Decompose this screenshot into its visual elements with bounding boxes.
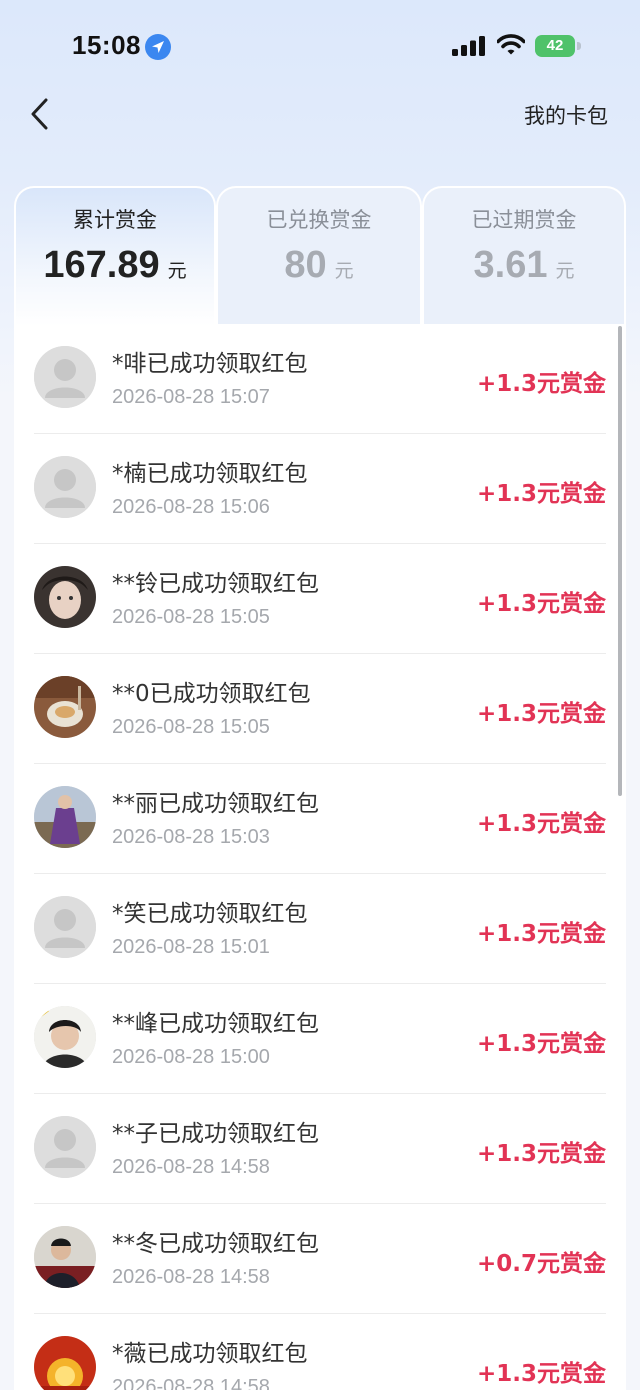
record-title: **子已成功领取红包	[112, 1121, 319, 1147]
user-photo-avatar	[34, 566, 96, 628]
list-item[interactable]: **铃已成功领取红包 2026-08-28 15:05 +1.3元赏金	[34, 544, 606, 654]
food-photo-avatar	[34, 676, 96, 738]
list-item[interactable]: *薇已成功领取红包 2026-08-28 14:58 +1.3元赏金	[34, 1314, 606, 1390]
record-time: 2026-08-28 15:05	[112, 606, 270, 628]
record-title: *笑已成功领取红包	[112, 901, 308, 927]
cellular-signal-icon	[452, 36, 485, 56]
record-amount: +1.3元赏金	[476, 591, 606, 617]
reward-record-list: *啡已成功领取红包 2026-08-28 15:07 +1.3元赏金 *楠已成功…	[14, 324, 626, 1390]
total-reward-value: 167.89	[43, 244, 160, 286]
record-amount: +1.3元赏金	[476, 811, 606, 837]
record-time: 2026-08-28 14:58	[112, 1376, 270, 1390]
record-title: *薇已成功领取红包	[112, 1341, 308, 1367]
record-amount: +1.3元赏金	[476, 1031, 606, 1057]
back-button[interactable]	[22, 94, 62, 134]
record-title: *啡已成功领取红包	[112, 351, 308, 377]
currency-unit: 元	[167, 260, 187, 282]
list-item[interactable]: *楠已成功领取红包 2026-08-28 15:06 +1.3元赏金	[34, 434, 606, 544]
chevron-left-icon	[31, 98, 48, 130]
record-time: 2026-08-28 14:58	[112, 1266, 270, 1288]
record-time: 2026-08-28 15:03	[112, 826, 270, 848]
record-title: **0已成功领取红包	[112, 681, 311, 707]
record-title: **峰已成功领取红包	[112, 1011, 319, 1037]
list-item[interactable]: **丽已成功领取红包 2026-08-28 15:03 +1.3元赏金	[34, 764, 606, 874]
tab-total-reward[interactable]: 累计赏金 167.89 元	[14, 186, 216, 326]
tab-expired-reward[interactable]: 已过期赏金 3.61 元	[422, 186, 626, 326]
status-bar: 15:08 42	[0, 0, 640, 90]
user-photo-avatar	[34, 1006, 96, 1068]
default-avatar-icon	[34, 896, 96, 958]
record-amount: +1.3元赏金	[476, 701, 606, 727]
tab-title: 已过期赏金	[471, 208, 577, 232]
default-avatar-icon	[34, 346, 96, 408]
sunrise-photo-avatar	[34, 1336, 96, 1390]
battery-tip	[577, 42, 581, 50]
status-time: 15:08	[72, 30, 141, 60]
record-amount: +1.3元赏金	[476, 1361, 606, 1387]
list-item[interactable]: **峰已成功领取红包 2026-08-28 15:00 +1.3元赏金	[34, 984, 606, 1094]
expired-reward-value: 3.61	[473, 244, 548, 286]
reward-tabs: 累计赏金 167.89 元 已兑换赏金 80 元 已过期赏金 3.61 元	[14, 186, 626, 326]
tab-title: 已兑换赏金	[266, 208, 372, 232]
record-time: 2026-08-28 15:01	[112, 936, 270, 958]
default-avatar-icon	[34, 1116, 96, 1178]
tab-redeemed-reward[interactable]: 已兑换赏金 80 元	[216, 186, 422, 326]
record-time: 2026-08-28 15:06	[112, 496, 270, 518]
default-avatar-icon	[34, 456, 96, 518]
record-amount: +1.3元赏金	[476, 481, 606, 507]
list-item[interactable]: **子已成功领取红包 2026-08-28 14:58 +1.3元赏金	[34, 1094, 606, 1204]
user-photo-avatar	[34, 786, 96, 848]
list-item[interactable]: **0已成功领取红包 2026-08-28 15:05 +1.3元赏金	[34, 654, 606, 764]
record-amount: +0.7元赏金	[476, 1251, 606, 1277]
record-amount: +1.3元赏金	[476, 371, 606, 397]
list-item[interactable]: *啡已成功领取红包 2026-08-28 15:07 +1.3元赏金	[34, 324, 606, 434]
record-title: **冬已成功领取红包	[112, 1231, 319, 1257]
record-time: 2026-08-28 15:00	[112, 1046, 270, 1068]
record-title: **铃已成功领取红包	[112, 571, 319, 597]
record-title: **丽已成功领取红包	[112, 791, 319, 817]
currency-unit: 元	[334, 260, 354, 282]
record-amount: +1.3元赏金	[476, 1141, 606, 1167]
record-time: 2026-08-28 14:58	[112, 1156, 270, 1178]
location-arrow-icon	[145, 34, 171, 60]
record-time: 2026-08-28 15:05	[112, 716, 270, 738]
my-wallet-link[interactable]: 我的卡包	[524, 100, 608, 130]
record-title: *楠已成功领取红包	[112, 461, 308, 487]
list-item[interactable]: **冬已成功领取红包 2026-08-28 14:58 +0.7元赏金	[34, 1204, 606, 1314]
redeemed-reward-value: 80	[284, 244, 327, 286]
battery-icon: 42	[535, 35, 575, 57]
list-scrollbar[interactable]	[618, 326, 622, 796]
user-photo-avatar	[34, 1226, 96, 1288]
record-time: 2026-08-28 15:07	[112, 386, 270, 408]
record-amount: +1.3元赏金	[476, 921, 606, 947]
wifi-icon	[497, 34, 525, 55]
tab-title: 累计赏金	[73, 208, 157, 232]
currency-unit: 元	[555, 260, 575, 282]
list-item[interactable]: *笑已成功领取红包 2026-08-28 15:01 +1.3元赏金	[34, 874, 606, 984]
